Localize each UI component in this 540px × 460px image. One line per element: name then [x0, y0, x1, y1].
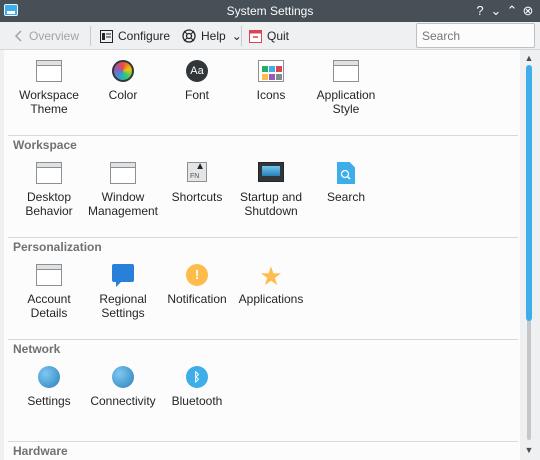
window-title: System Settings: [226, 4, 314, 18]
quit-icon: [249, 29, 262, 43]
item-label: Notification: [167, 292, 227, 306]
section-header-workspace: Workspace: [8, 135, 518, 153]
font-item[interactable]: Aa Font: [160, 60, 234, 102]
desktop-behavior-item[interactable]: Desktop Behavior: [12, 162, 86, 218]
keyboard-key-label: FN: [190, 173, 200, 180]
speech-bubble-icon: [112, 264, 134, 287]
back-arrow-icon: [14, 30, 22, 42]
globe-icon: [38, 366, 60, 388]
font-icon: Aa: [186, 60, 208, 82]
help-button[interactable]: Help ⌄: [182, 26, 242, 46]
item-label: Font: [184, 88, 209, 102]
keep-above-icon[interactable]: ⌄: [488, 0, 504, 22]
quit-label: Quit: [267, 29, 290, 43]
bluetooth-item[interactable]: ᛒ Bluetooth: [160, 366, 234, 408]
color-item[interactable]: Color: [86, 60, 160, 102]
icons-item[interactable]: Icons: [234, 60, 308, 102]
network-settings-item[interactable]: Settings: [12, 366, 86, 408]
star-icon: ★: [259, 261, 283, 291]
item-label: Application Style: [316, 88, 376, 116]
item-label: Window Management: [87, 190, 159, 218]
window-icon: [36, 60, 62, 82]
search-icon: [337, 162, 355, 184]
window-icon: [333, 60, 359, 82]
item-label: Shortcuts: [171, 190, 223, 204]
item-label: Applications: [238, 292, 304, 306]
close-icon[interactable]: ⊗: [520, 0, 536, 22]
arrow-up-icon: ▲: [195, 161, 205, 172]
item-label: Connectivity: [90, 394, 156, 408]
section-header-hardware: Hardware: [8, 441, 518, 459]
bluetooth-icon: ᛒ: [186, 366, 208, 388]
item-label: Bluetooth: [171, 394, 223, 408]
applications-item[interactable]: ★ Applications: [234, 261, 308, 306]
window-icon: [110, 162, 136, 184]
help-icon[interactable]: ?: [472, 0, 488, 22]
configure-icon: [100, 29, 113, 43]
search-input[interactable]: [416, 23, 535, 48]
monitor-icon: [258, 162, 284, 182]
color-wheel-icon: [112, 60, 134, 82]
maximize-icon[interactable]: ⌃: [504, 0, 520, 22]
connectivity-item[interactable]: Connectivity: [86, 366, 160, 408]
account-details-item[interactable]: Account Details: [12, 264, 86, 320]
vertical-scrollbar[interactable]: ▲ ▼: [522, 50, 536, 460]
configure-label: Configure: [118, 29, 171, 43]
overview-button[interactable]: Overview: [14, 26, 79, 46]
settings-content: Workspace Theme Color Aa Font Icons Appl…: [4, 50, 520, 460]
help-label: Help: [201, 29, 226, 43]
window-icon: [36, 162, 62, 184]
window-icon: [36, 264, 62, 286]
configure-button[interactable]: Configure: [100, 26, 170, 46]
regional-settings-item[interactable]: Regional Settings: [86, 264, 160, 320]
section-header-personalization: Personalization: [8, 237, 518, 255]
title-bar: System Settings ? ⌄ ⌃ ⊗: [0, 0, 540, 22]
section-header-network: Network: [8, 339, 518, 357]
scroll-up-icon[interactable]: ▲: [522, 52, 536, 64]
item-label: Regional Settings: [99, 292, 147, 320]
keyboard-icon: FN ▲: [187, 161, 207, 182]
toolbar-divider: [241, 26, 242, 46]
item-label: Icons: [256, 88, 286, 102]
item-label: Startup and Shutdown: [239, 190, 303, 218]
quit-button[interactable]: Quit: [249, 26, 289, 46]
notification-item[interactable]: ! Notification: [160, 264, 234, 306]
scroll-down-icon[interactable]: ▼: [522, 444, 536, 456]
icons-icon: [258, 60, 284, 82]
item-label: Desktop Behavior: [25, 190, 73, 218]
item-label: Settings: [27, 394, 71, 408]
item-label: Workspace Theme: [19, 88, 79, 116]
scroll-thumb[interactable]: [526, 65, 532, 321]
startup-shutdown-item[interactable]: Startup and Shutdown: [234, 162, 308, 218]
lifebuoy-icon: [182, 29, 196, 43]
workspace-theme-item[interactable]: Workspace Theme: [12, 60, 86, 116]
globe-icon: [112, 366, 134, 388]
item-label: Search: [326, 190, 366, 204]
search-settings-item[interactable]: Search: [309, 162, 383, 204]
shortcuts-item[interactable]: FN ▲ Shortcuts: [160, 161, 234, 204]
item-label: Color: [108, 88, 138, 102]
item-label: Account Details: [27, 292, 71, 320]
application-style-item[interactable]: Application Style: [309, 60, 383, 116]
notification-icon: !: [186, 264, 208, 286]
overview-label: Overview: [29, 29, 80, 43]
toolbar-divider: [90, 26, 91, 46]
window-management-item[interactable]: Window Management: [86, 162, 160, 218]
